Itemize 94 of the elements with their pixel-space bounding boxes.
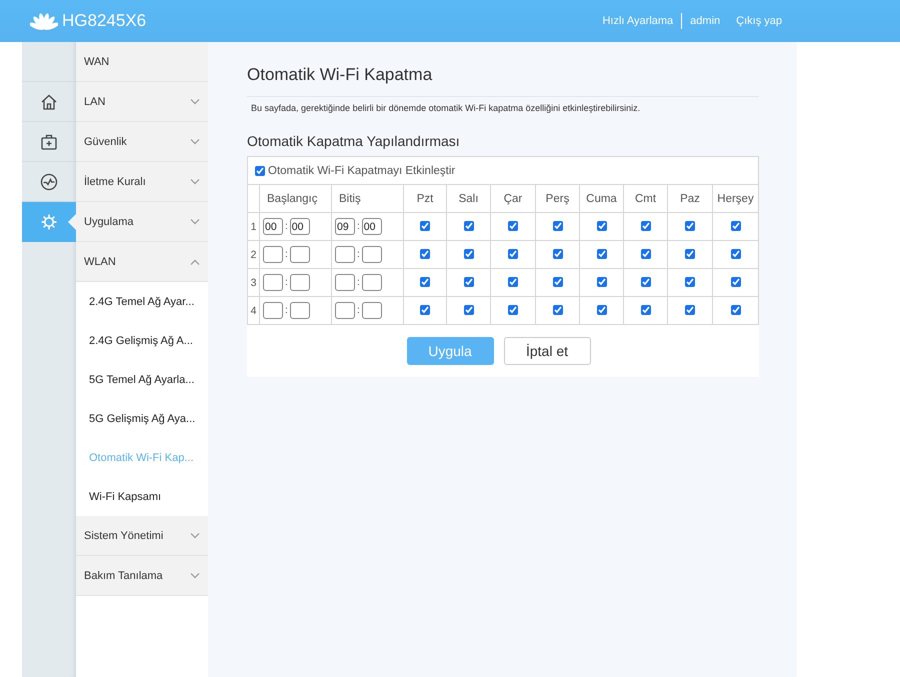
settings-icon xyxy=(39,212,59,232)
enable-checkbox[interactable] xyxy=(255,166,265,176)
day-checkbox[interactable] xyxy=(464,305,474,316)
day-checkbox[interactable] xyxy=(596,249,606,260)
minute-field[interactable] xyxy=(362,246,382,263)
menu-item[interactable]: Uygulama xyxy=(76,202,208,242)
hour-field[interactable] xyxy=(335,302,355,319)
time-separator: : xyxy=(285,277,288,288)
menu-item[interactable]: Sistem Yönetimi xyxy=(76,516,208,556)
row-number: 2 xyxy=(248,240,260,268)
cancel-button[interactable]: İptal et xyxy=(504,337,590,365)
day-checkbox[interactable] xyxy=(508,305,518,316)
time-separator: : xyxy=(357,249,360,260)
device-model: HG8245X6 xyxy=(62,11,146,31)
column-header: Salı xyxy=(446,184,490,212)
day-checkbox[interactable] xyxy=(552,249,562,260)
column-header: Çar xyxy=(490,184,536,212)
day-checkbox[interactable] xyxy=(685,277,695,288)
day-checkbox[interactable] xyxy=(552,221,562,232)
chevron-down-icon xyxy=(190,138,200,144)
day-checkbox[interactable] xyxy=(730,249,740,260)
time-separator: : xyxy=(285,305,288,316)
hour-field[interactable] xyxy=(263,302,283,319)
time-separator: : xyxy=(357,277,360,288)
time-separator: : xyxy=(285,249,288,260)
time-separator: : xyxy=(285,221,288,232)
page-title: Otomatik Wi-Fi Kapatma xyxy=(247,64,759,97)
chevron-down-icon xyxy=(190,178,200,184)
hour-field[interactable] xyxy=(263,246,283,263)
chevron-down-icon xyxy=(190,98,200,104)
day-checkbox[interactable] xyxy=(464,277,474,288)
day-checkbox[interactable] xyxy=(685,305,695,316)
menu-item[interactable]: WLAN xyxy=(76,242,208,282)
hour-field[interactable] xyxy=(263,274,283,291)
minute-field[interactable] xyxy=(362,302,382,319)
page-description: Bu sayfada, gerektiğinde belirli bir dönemde otomatik Wi-Fi kapatma özelliğini etkinleştirebilirsiniz. xyxy=(251,103,640,113)
day-checkbox[interactable] xyxy=(508,221,518,232)
column-header: Pzt xyxy=(404,184,446,212)
day-checkbox[interactable] xyxy=(508,277,518,288)
minute-field[interactable] xyxy=(362,274,382,291)
column-header: Herşey xyxy=(712,184,758,212)
day-checkbox[interactable] xyxy=(508,249,518,260)
chevron-up-icon xyxy=(190,258,200,264)
day-checkbox[interactable] xyxy=(640,305,650,316)
day-checkbox[interactable] xyxy=(730,277,740,288)
day-checkbox[interactable] xyxy=(552,277,562,288)
day-checkbox[interactable] xyxy=(640,221,650,232)
pulse-icon xyxy=(39,172,59,192)
day-checkbox[interactable] xyxy=(552,305,562,316)
menu-item[interactable]: WAN xyxy=(76,42,208,82)
hour-field[interactable] xyxy=(335,274,355,291)
chevron-down-icon xyxy=(190,572,200,578)
day-checkbox[interactable] xyxy=(730,221,740,232)
column-header: Cmt xyxy=(624,184,668,212)
minute-field[interactable]: 00 xyxy=(290,218,310,235)
minute-field[interactable] xyxy=(290,246,310,263)
day-checkbox[interactable] xyxy=(464,249,474,260)
hour-field[interactable]: 09 xyxy=(335,218,355,235)
day-checkbox[interactable] xyxy=(685,249,695,260)
day-checkbox[interactable] xyxy=(420,277,430,288)
menu-item[interactable]: LAN xyxy=(76,82,208,122)
menu-item[interactable]: İletme Kuralı xyxy=(76,162,208,202)
checkbox-label: Otomatik Wi-Fi Kapatmayı Etkinleştir xyxy=(268,164,456,176)
day-checkbox[interactable] xyxy=(596,305,606,316)
chevron-down-icon xyxy=(190,218,200,224)
day-checkbox[interactable] xyxy=(420,249,430,260)
column-header: Perş xyxy=(536,184,580,212)
time-separator: : xyxy=(357,221,360,232)
hour-field[interactable]: 00 xyxy=(263,218,283,235)
minute-field[interactable] xyxy=(290,274,310,291)
day-checkbox[interactable] xyxy=(420,305,430,316)
column-header: Cuma xyxy=(580,184,624,212)
day-checkbox[interactable] xyxy=(640,249,650,260)
day-checkbox[interactable] xyxy=(464,221,474,232)
day-checkbox[interactable] xyxy=(730,305,740,316)
section-title: Otomatik Kapatma Yapılandırması xyxy=(247,132,460,150)
day-checkbox[interactable] xyxy=(420,221,430,232)
row-number: 4 xyxy=(248,296,260,324)
menu-item[interactable]: Güvenlik xyxy=(76,122,208,162)
day-checkbox[interactable] xyxy=(596,221,606,232)
column-header: Başlangıç xyxy=(260,184,332,212)
hour-field[interactable] xyxy=(335,246,355,263)
column-header: Bitiş xyxy=(332,184,404,212)
day-checkbox[interactable] xyxy=(685,221,695,232)
day-checkbox[interactable] xyxy=(596,277,606,288)
row-number: 3 xyxy=(248,268,260,296)
time-separator: : xyxy=(357,305,360,316)
minute-field[interactable] xyxy=(290,302,310,319)
menu-item[interactable]: Bakım Tanılama xyxy=(76,556,208,596)
day-checkbox[interactable] xyxy=(640,277,650,288)
chevron-down-icon xyxy=(190,532,200,538)
minute-field[interactable]: 00 xyxy=(362,218,382,235)
column-header: Paz xyxy=(668,184,712,212)
row-number: 1 xyxy=(248,212,260,240)
